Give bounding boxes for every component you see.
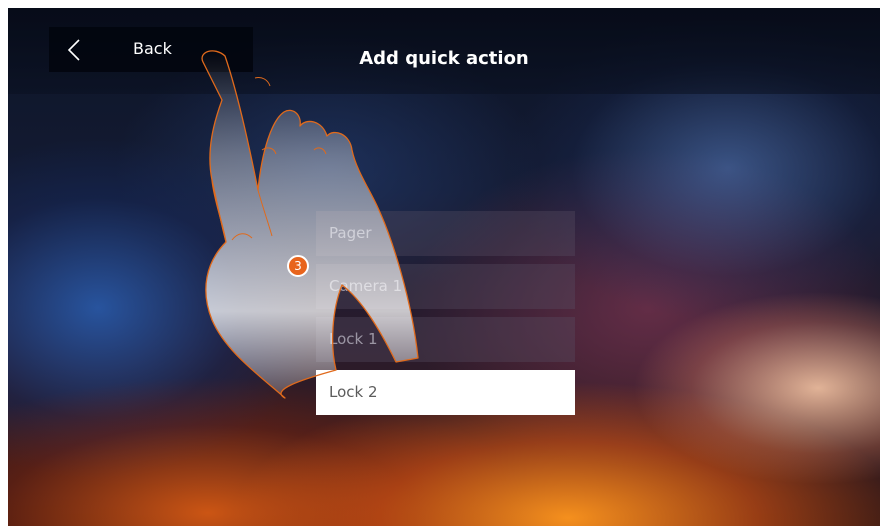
action-item-lock-1[interactable]: Lock 1 (316, 317, 575, 362)
action-item-pager[interactable]: Pager (316, 211, 575, 256)
action-item-label: Lock 2 (329, 383, 378, 401)
device-screen: Back Add quick action Pager Camera 1 Loc… (8, 8, 880, 526)
action-item-label: Pager (329, 224, 372, 242)
action-item-camera-1[interactable]: Camera 1 (316, 264, 575, 309)
header-bar: Back Add quick action (8, 8, 880, 94)
quick-action-list: Pager Camera 1 Lock 1 Lock 2 (316, 211, 575, 423)
action-item-label: Camera 1 (329, 277, 403, 295)
action-item-lock-2[interactable]: Lock 2 (316, 370, 575, 415)
page-title: Add quick action (359, 48, 529, 69)
step-number-badge: 3 (287, 255, 309, 277)
action-item-label: Lock 1 (329, 330, 378, 348)
